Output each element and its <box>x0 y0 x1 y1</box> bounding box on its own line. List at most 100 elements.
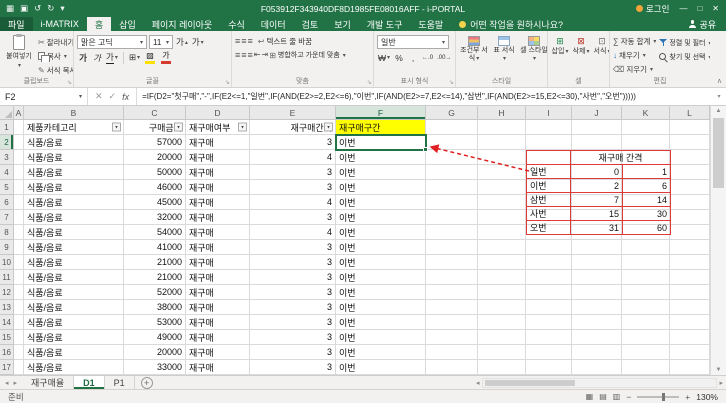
comma-style-button[interactable]: , <box>407 51 419 64</box>
cell-I13[interactable] <box>526 300 572 315</box>
conditional-formatting-button[interactable]: 조건부 서식▾ <box>459 33 489 76</box>
cell-A17[interactable] <box>14 360 24 375</box>
row-header-2[interactable]: 2 <box>0 135 14 150</box>
cell-E16[interactable]: 3 <box>250 345 336 360</box>
cell-K11[interactable] <box>622 270 670 285</box>
cell-I15[interactable] <box>526 330 572 345</box>
align-center-icon[interactable]: ≡ <box>241 50 246 60</box>
cell-A6[interactable] <box>14 195 24 210</box>
column-header-A[interactable]: A <box>14 106 24 120</box>
cell-G10[interactable] <box>426 255 478 270</box>
cell-D12[interactable]: 재구매 <box>186 285 250 300</box>
ribbon-tab-7[interactable]: 데이터 <box>253 17 294 31</box>
fill-button[interactable]: ↓채우기▾ <box>613 49 656 61</box>
clipboard-dialog-launcher-icon[interactable]: ⇘ <box>67 79 72 86</box>
vertical-scroll-thumb[interactable] <box>713 118 724 188</box>
cell-C17[interactable]: 33000 <box>124 360 186 375</box>
cell-B5[interactable]: 식품/음료 <box>24 180 124 195</box>
cell-H7[interactable] <box>478 210 526 225</box>
cell-G14[interactable] <box>426 315 478 330</box>
cell-L11[interactable] <box>670 270 710 285</box>
cell-F4[interactable]: 이번 <box>336 165 426 180</box>
autosum-button[interactable]: ∑자동 합계▾ <box>613 35 656 47</box>
cell-L16[interactable] <box>670 345 710 360</box>
tell-me-box[interactable]: 어떤 작업을 원하시나요? <box>459 17 563 31</box>
cell-C3[interactable]: 20000 <box>124 150 186 165</box>
ribbon-tab-2[interactable]: i-MATRIX <box>33 17 87 31</box>
cell-G15[interactable] <box>426 330 478 345</box>
cell-L12[interactable] <box>670 285 710 300</box>
cell-F13[interactable]: 이번 <box>336 300 426 315</box>
cell-E14[interactable]: 3 <box>250 315 336 330</box>
cell-H10[interactable] <box>478 255 526 270</box>
cell-E9[interactable]: 3 <box>250 240 336 255</box>
cell-H5[interactable] <box>478 180 526 195</box>
save-icon[interactable]: ▣ <box>20 3 28 14</box>
cell-L14[interactable] <box>670 315 710 330</box>
cell-D17[interactable]: 재구매 <box>186 360 250 375</box>
cell-C5[interactable]: 46000 <box>124 180 186 195</box>
cell-F10[interactable]: 이번 <box>336 255 426 270</box>
row-header-8[interactable]: 8 <box>0 225 14 240</box>
align-top-icon[interactable]: ≡ <box>235 36 240 46</box>
cell-A5[interactable] <box>14 180 24 195</box>
row-header-5[interactable]: 5 <box>0 180 14 195</box>
column-header-H[interactable]: H <box>478 106 526 120</box>
align-middle-icon[interactable]: ≡ <box>241 36 246 46</box>
cell-A13[interactable] <box>14 300 24 315</box>
cell-I2[interactable] <box>526 135 572 150</box>
cell-L7[interactable] <box>670 210 710 225</box>
cell-D15[interactable]: 재구매 <box>186 330 250 345</box>
share-button[interactable]: 공유 <box>688 17 726 31</box>
cell-E11[interactable]: 3 <box>250 270 336 285</box>
maximize-button[interactable]: □ <box>697 4 702 13</box>
column-header-E[interactable]: E <box>250 106 336 120</box>
row-header-11[interactable]: 11 <box>0 270 14 285</box>
cell-E4[interactable]: 3 <box>250 165 336 180</box>
cell-E8[interactable]: 4 <box>250 225 336 240</box>
cell-H15[interactable] <box>478 330 526 345</box>
cell-G5[interactable] <box>426 180 478 195</box>
column-header-L[interactable]: L <box>670 106 710 120</box>
cell-D10[interactable]: 재구매 <box>186 255 250 270</box>
percent-style-button[interactable]: % <box>393 51 405 64</box>
insert-function-icon[interactable]: fx <box>122 92 129 102</box>
cell-A15[interactable] <box>14 330 24 345</box>
cell-K2[interactable] <box>622 135 670 150</box>
row-header-12[interactable]: 12 <box>0 285 14 300</box>
scroll-down-icon[interactable]: ▼ <box>716 367 722 373</box>
cell-C12[interactable]: 52000 <box>124 285 186 300</box>
cell-L5[interactable] <box>670 180 710 195</box>
cell-F16[interactable]: 이번 <box>336 345 426 360</box>
cell-C10[interactable]: 21000 <box>124 255 186 270</box>
bold-button[interactable]: 가 <box>77 51 89 64</box>
cell-G7[interactable] <box>426 210 478 225</box>
cell-C1[interactable]: 구매금액▾ <box>124 120 186 135</box>
cell-D11[interactable]: 재구매 <box>186 270 250 285</box>
decrease-indent-icon[interactable]: ⇤ <box>254 50 261 60</box>
formula-input[interactable]: =IF(D2="첫구매","-",IF(E2<=1,"일번",IF(AND(E2… <box>137 88 712 105</box>
column-header-D[interactable]: D <box>186 106 250 120</box>
cell-K10[interactable] <box>622 255 670 270</box>
cell-B9[interactable]: 식품/음료 <box>24 240 124 255</box>
scroll-left-icon[interactable]: ◂ <box>476 379 480 387</box>
format-as-table-button[interactable]: 표 서식▾ <box>492 33 516 76</box>
cell-K12[interactable] <box>622 285 670 300</box>
cell-F12[interactable]: 이번 <box>336 285 426 300</box>
align-left-icon[interactable]: ≡ <box>235 50 240 60</box>
borders-button[interactable]: ⊞▾ <box>128 51 141 64</box>
cell-H11[interactable] <box>478 270 526 285</box>
cell-A1[interactable] <box>14 120 24 135</box>
horizontal-scroll-thumb[interactable] <box>485 380 575 386</box>
cell-D7[interactable]: 재구매 <box>186 210 250 225</box>
sheet-tab-1[interactable]: 재구매율 <box>22 376 74 389</box>
cell-H12[interactable] <box>478 285 526 300</box>
find-select-button[interactable]: 찾기 및 선택▾ <box>659 51 710 63</box>
normal-view-icon[interactable]: ▦ <box>586 392 594 401</box>
paste-button[interactable]: 붙여넣기 ▾ <box>3 33 35 76</box>
cell-A4[interactable] <box>14 165 24 180</box>
column-header-B[interactable]: B <box>24 106 124 120</box>
filter-dropdown-icon[interactable]: ▾ <box>324 123 333 132</box>
cell-H14[interactable] <box>478 315 526 330</box>
cell-L1[interactable] <box>670 120 710 135</box>
